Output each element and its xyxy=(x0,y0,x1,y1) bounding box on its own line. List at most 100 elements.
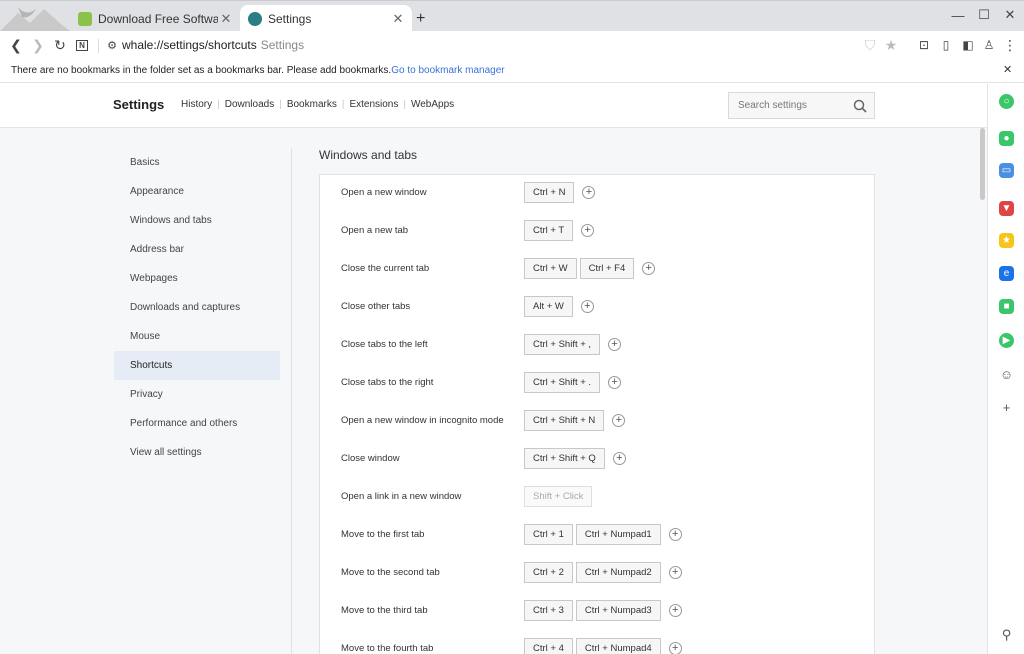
tab-download-software[interactable]: Download Free Software for W ✕ xyxy=(70,5,240,32)
wallet-icon[interactable]: ▭ xyxy=(999,163,1014,178)
shortcut-key[interactable]: Ctrl + F4 xyxy=(579,258,635,279)
sidebar-toggle-icon[interactable]: ◧ xyxy=(958,35,978,55)
sidebar-item-privacy[interactable]: Privacy xyxy=(114,380,280,409)
shield-icon[interactable]: ⛉ xyxy=(860,35,880,55)
search-icon[interactable] xyxy=(853,99,867,113)
site-favicon-icon xyxy=(78,11,92,26)
close-window-icon[interactable]: ✕ xyxy=(992,1,1024,29)
shortcut-key[interactable]: Ctrl + T xyxy=(524,220,574,241)
forward-icon[interactable]: ❯ xyxy=(28,35,48,55)
scrollbar-thumb[interactable] xyxy=(980,128,985,200)
menu-more-icon[interactable]: ⋮ xyxy=(1000,35,1020,55)
nav-downloads-link[interactable]: Downloads xyxy=(225,99,274,110)
shortcut-label: Open a new window in incognito mode xyxy=(341,415,504,426)
shortcut-key[interactable]: Ctrl + Shift + N xyxy=(524,410,605,431)
tab-close-icon[interactable]: ✕ xyxy=(390,11,406,27)
shortcut-key[interactable]: Ctrl + 1 xyxy=(524,524,573,545)
sidebar-item-address-bar[interactable]: Address bar xyxy=(114,235,280,264)
tab-close-icon[interactable]: ✕ xyxy=(218,11,234,27)
favorites-icon[interactable]: ★ xyxy=(999,233,1014,248)
shortcut-label: Open a link in a new window xyxy=(341,491,462,502)
new-tab-plus-icon[interactable]: + xyxy=(416,10,425,28)
sidebar-item-performance-and-others[interactable]: Performance and others xyxy=(114,409,280,438)
tab-title: Download Free Software for W xyxy=(98,11,218,26)
sidebar-item-webpages[interactable]: Webpages xyxy=(114,264,280,293)
add-shortcut-icon[interactable]: + xyxy=(608,376,622,389)
back-icon[interactable]: ❮ xyxy=(6,35,26,55)
shortcut-row: Move to the first tab Ctrl + 1 Ctrl + Nump… xyxy=(320,517,874,555)
bookmark-star-icon[interactable]: ★ xyxy=(881,35,901,55)
shortcut-keys: Ctrl + 4 Ctrl + Numpad4 + xyxy=(524,638,682,654)
whale-space-icon[interactable]: ○ xyxy=(999,94,1014,109)
add-shortcut-icon[interactable]: + xyxy=(668,566,682,579)
shortcut-keys: Ctrl + Shift + N + xyxy=(524,410,626,431)
add-shortcut-icon[interactable]: + xyxy=(582,186,596,199)
shortcut-row: Close tabs to the right Ctrl + Shift + . + xyxy=(320,365,874,403)
shortcut-key[interactable]: Ctrl + Shift + Q xyxy=(524,448,605,469)
sidebar-item-appearance[interactable]: Appearance xyxy=(114,177,280,206)
add-shortcut-icon[interactable]: + xyxy=(580,300,594,313)
shortcut-key[interactable]: Ctrl + Numpad1 xyxy=(575,524,661,545)
media-play-icon[interactable]: ▶ xyxy=(999,333,1014,348)
shortcut-label: Close the current tab xyxy=(341,263,430,274)
bookmarks-bar: There are no bookmarks in the folder set… xyxy=(0,59,1024,83)
nav-bookmarks-link[interactable]: Bookmarks xyxy=(287,99,337,110)
add-shortcut-icon[interactable]: + xyxy=(668,528,682,541)
shortcut-row: Move to the third tab Ctrl + 3 Ctrl + Nump… xyxy=(320,593,874,631)
bookmark-manager-link[interactable]: Go to bookmark manager xyxy=(391,65,504,76)
add-shortcut-icon[interactable]: + xyxy=(642,262,656,275)
add-shortcut-icon[interactable]: + xyxy=(581,224,595,237)
shortcut-row: Close tabs to the left Ctrl + Shift + , + xyxy=(320,327,874,365)
search-input[interactable]: Search settings xyxy=(728,92,875,119)
add-app-icon[interactable]: + xyxy=(999,400,1014,415)
tab-settings[interactable]: Settings ✕ xyxy=(240,5,412,32)
shortcut-row: Close window Ctrl + Shift + Q + xyxy=(320,441,874,479)
close-bookmarks-bar-icon[interactable]: ✕ xyxy=(1003,63,1012,76)
add-shortcut-icon[interactable]: + xyxy=(612,414,626,427)
pin-icon[interactable]: ⚲ xyxy=(999,627,1014,642)
reload-icon[interactable]: ↻ xyxy=(50,35,70,55)
shortcut-key[interactable]: Ctrl + 3 xyxy=(524,600,573,621)
shortcut-key[interactable]: Ctrl + 4 xyxy=(524,638,573,654)
naver-home-icon[interactable]: N xyxy=(72,35,92,55)
profile-app-icon[interactable]: ☺ xyxy=(999,367,1014,382)
shortcut-keys: Ctrl + Shift + . + xyxy=(524,372,622,393)
profile-icon[interactable]: ♙ xyxy=(979,35,999,55)
add-shortcut-icon[interactable]: + xyxy=(612,452,626,465)
shortcut-key[interactable]: Ctrl + Numpad4 xyxy=(575,638,661,654)
shortcut-label: Close tabs to the right xyxy=(341,377,434,388)
shortcut-key[interactable]: Ctrl + Numpad2 xyxy=(575,562,661,583)
sidebar-item-windows-and-tabs[interactable]: Windows and tabs xyxy=(114,206,280,235)
shortcut-key[interactable]: Ctrl + Numpad3 xyxy=(575,600,661,621)
sidebar-item-shortcuts[interactable]: Shortcuts xyxy=(114,351,280,380)
url-text: whale://settings/shortcuts xyxy=(122,38,257,52)
shortcut-key[interactable]: Ctrl + 2 xyxy=(524,562,573,583)
site-info-icon[interactable]: ⚙ xyxy=(102,35,122,55)
add-shortcut-icon[interactable]: + xyxy=(668,642,682,654)
scrollbar[interactable] xyxy=(978,128,987,654)
settings-sidebar: Basics Appearance Windows and tabs Address … xyxy=(114,148,280,467)
translate-icon[interactable]: e xyxy=(999,266,1014,281)
capture-icon[interactable]: ⊡ xyxy=(914,35,934,55)
shortcut-key[interactable]: Ctrl + Shift + , xyxy=(524,334,601,355)
address-bar[interactable]: whale://settings/shortcuts Settings xyxy=(122,38,304,52)
sidebar-item-downloads-and-captures[interactable]: Downloads and captures xyxy=(114,293,280,322)
reader-icon[interactable]: ▯ xyxy=(936,35,956,55)
nav-extensions-link[interactable]: Extensions xyxy=(349,99,398,110)
sidebar-item-view-all-settings[interactable]: View all settings xyxy=(114,438,280,467)
shortcut-label: Open a new tab xyxy=(341,225,409,236)
shortcut-key[interactable]: Ctrl + N xyxy=(524,182,575,203)
shortcut-key[interactable]: Ctrl + W xyxy=(524,258,577,279)
add-shortcut-icon[interactable]: + xyxy=(608,338,622,351)
notification-icon[interactable]: ● xyxy=(999,131,1014,146)
pocket-icon[interactable]: ▼ xyxy=(999,201,1014,216)
sidebar-item-mouse[interactable]: Mouse xyxy=(114,322,280,351)
shortcut-keys: Ctrl + 3 Ctrl + Numpad3 + xyxy=(524,600,682,621)
sidebar-app-icon[interactable]: ■ xyxy=(999,299,1014,314)
shortcut-key[interactable]: Ctrl + Shift + . xyxy=(524,372,601,393)
shortcut-key[interactable]: Alt + W xyxy=(524,296,573,317)
sidebar-item-basics[interactable]: Basics xyxy=(114,148,280,177)
nav-webapps-link[interactable]: WebApps xyxy=(411,99,454,110)
add-shortcut-icon[interactable]: + xyxy=(668,604,682,617)
nav-history-link[interactable]: History xyxy=(181,99,212,110)
